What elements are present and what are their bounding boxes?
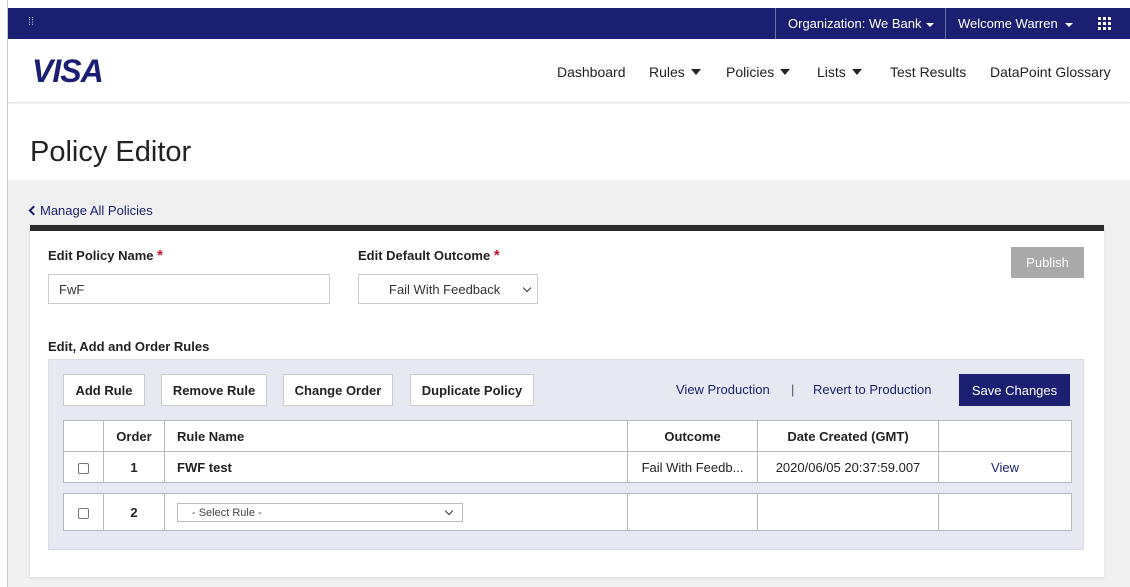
row-outcome: Fail With Feedb... <box>627 451 758 483</box>
drag-handle-icon: ⁞⁞ <box>28 16 35 28</box>
column-header-actions <box>938 420 1072 452</box>
row-rule-name: FWF test <box>164 451 628 483</box>
chevron-left-icon <box>28 205 39 216</box>
chevron-down-icon <box>522 283 532 293</box>
nav-test-results[interactable]: Test Results <box>890 64 966 80</box>
top-utility-bar: ⁞⁞ Organization: We Bank Welcome Warren <box>8 8 1130 39</box>
caret-down-icon <box>851 69 862 75</box>
nav-dashboard[interactable]: Dashboard <box>557 64 626 80</box>
nav-policies[interactable]: Policies <box>726 64 791 80</box>
publish-button[interactable]: Publish <box>1011 247 1084 278</box>
row-checkbox[interactable] <box>78 462 89 474</box>
row-order: 2 <box>103 493 165 531</box>
default-outcome-label: Edit Default Outcome * <box>358 247 500 264</box>
table-row: 1 FWF test Fail With Feedb... 2020/06/05… <box>63 451 1072 483</box>
link-separator: | <box>791 382 795 397</box>
default-outcome-select[interactable]: Fail With Feedback <box>358 274 538 304</box>
rules-panel: Add Rule Remove Rule Change Order Duplic… <box>48 359 1084 550</box>
rules-section-label: Edit, Add and Order Rules <box>48 339 210 354</box>
view-rule-link[interactable]: View <box>938 451 1072 483</box>
page-header: Policy Editor <box>8 104 1130 180</box>
duplicate-policy-button[interactable]: Duplicate Policy <box>410 374 534 406</box>
column-header-outcome: Outcome <box>627 420 758 452</box>
new-rule-table: 2 - Select Rule - <box>63 493 1072 531</box>
policy-name-input[interactable] <box>48 274 330 304</box>
column-header-date-created: Date Created (GMT) <box>757 420 939 452</box>
row-date-created <box>757 493 939 531</box>
row-checkbox[interactable] <box>78 507 89 519</box>
table-header-row: Order Rule Name Outcome Date Created (GM… <box>63 420 1072 452</box>
manage-all-policies-link[interactable]: Manage All Policies <box>28 203 153 218</box>
organization-switcher[interactable]: Organization: We Bank <box>775 8 945 39</box>
main-navbar: VISA Dashboard Rules Policies Lists Test… <box>8 39 1130 103</box>
save-changes-button[interactable]: Save Changes <box>959 374 1070 406</box>
visa-logo[interactable]: VISA <box>32 53 104 90</box>
required-asterisk: * <box>157 247 163 264</box>
policy-editor-card: Edit Policy Name * Edit Default Outcome … <box>30 225 1104 577</box>
change-order-button[interactable]: Change Order <box>283 374 393 406</box>
page-title: Policy Editor <box>30 136 192 168</box>
caret-down-icon <box>1064 22 1073 27</box>
select-rule-dropdown[interactable]: - Select Rule - <box>177 502 463 522</box>
caret-down-icon <box>690 69 701 75</box>
chevron-down-icon <box>444 506 454 515</box>
organization-label: Organization: <box>788 16 866 31</box>
window-left-edge <box>0 0 8 587</box>
column-header-rule-name: Rule Name <box>164 420 628 452</box>
revert-to-production-link[interactable]: Revert to Production <box>813 382 932 397</box>
organization-value: We Bank <box>868 16 922 31</box>
rule-select-cell: - Select Rule - <box>164 493 628 531</box>
add-rule-button[interactable]: Add Rule <box>63 374 145 406</box>
column-header-order: Order <box>103 420 165 452</box>
row-action <box>938 493 1072 531</box>
welcome-text: Welcome Warren <box>958 16 1058 31</box>
table-row: 2 - Select Rule - <box>63 493 1072 531</box>
caret-down-icon <box>926 22 935 27</box>
row-date-created: 2020/06/05 20:37:59.007 <box>757 451 939 483</box>
row-outcome <box>627 493 758 531</box>
nav-rules[interactable]: Rules <box>649 64 701 80</box>
caret-down-icon <box>780 69 791 75</box>
rules-table: Order Rule Name Outcome Date Created (GM… <box>63 420 1072 483</box>
remove-rule-button[interactable]: Remove Rule <box>161 374 267 406</box>
nav-datapoint-glossary[interactable]: DataPoint Glossary <box>990 64 1111 80</box>
row-order: 1 <box>103 451 165 483</box>
required-asterisk: * <box>493 247 500 264</box>
view-production-link[interactable]: View Production <box>676 382 770 397</box>
apps-grid-icon[interactable] <box>1098 17 1111 30</box>
column-header-select <box>63 420 104 452</box>
content-area: Manage All Policies Edit Policy Name * E… <box>8 180 1130 587</box>
nav-lists[interactable]: Lists <box>817 64 862 80</box>
policy-name-label: Edit Policy Name * <box>48 247 163 264</box>
